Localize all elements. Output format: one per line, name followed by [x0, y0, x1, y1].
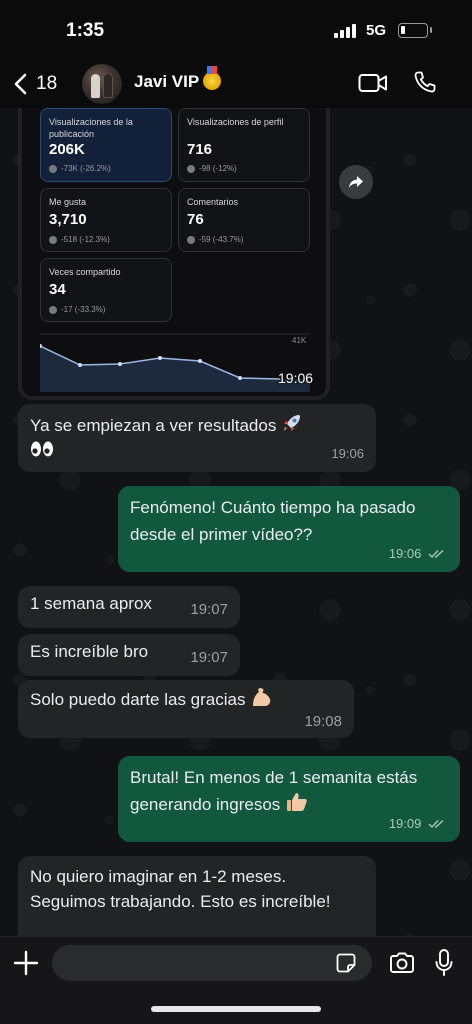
signal-icon: [334, 24, 358, 38]
message-time: 19:06: [331, 446, 364, 461]
camera-icon[interactable]: [389, 952, 415, 974]
status-time: 1:35: [66, 20, 105, 41]
status-bar: 1:35 5G: [0, 0, 472, 62]
down-arrow-icon: [187, 235, 195, 244]
eyes-emoji: [30, 440, 364, 465]
down-arrow-icon: [49, 164, 57, 173]
stat-label: Visualizaciones de perfil: [187, 117, 284, 127]
stat-delta-text: -98 (-12%): [199, 164, 237, 173]
chevron-left-icon: [14, 73, 27, 95]
microphone-icon[interactable]: [435, 949, 453, 977]
message-time: 19:07: [190, 649, 228, 666]
stat-delta-text: -518 (-12.3%): [61, 235, 110, 244]
message-text: Solo puedo darte las gracias: [30, 690, 246, 709]
message-text: Fenómeno! Cuánto tiempo ha pasado desde …: [130, 498, 416, 544]
medal-icon: [203, 66, 222, 90]
stat-value: 34: [49, 281, 66, 298]
message-time-text: 19:09: [388, 816, 422, 831]
message-text: Es increíble bro: [30, 642, 149, 661]
stat-card-likes: Me gusta 3,710 -518 (-12.3%): [40, 188, 172, 252]
message-bubble-incoming[interactable]: Ya se empiezan a ver resultados 19:06: [18, 404, 376, 472]
message-time: 19:06: [278, 370, 314, 386]
unread-count: 18: [36, 73, 58, 94]
message-bubble-outgoing[interactable]: Fenómeno! Cuánto tiempo ha pasado desde …: [118, 486, 460, 572]
views-chart: [40, 333, 310, 392]
chat-header: 18 Javi VIP: [0, 62, 472, 108]
sticker-icon[interactable]: [336, 953, 356, 973]
back-button[interactable]: 18: [12, 66, 72, 102]
home-indicator: [151, 1006, 321, 1012]
stat-value: 206K: [49, 141, 85, 158]
stat-delta-text: -73K (-26.2%): [61, 164, 111, 173]
stat-delta-text: -59 (-43.7%): [199, 235, 244, 244]
message-text: 1 semana aprox: [30, 594, 152, 613]
stat-delta: -73K (-26.2%): [49, 164, 111, 173]
message-bubble-outgoing[interactable]: Brutal! En menos de 1 semanita estás gen…: [118, 756, 460, 842]
stat-label: Veces compartido: [49, 267, 121, 277]
thumbs-up-emoji: [287, 793, 307, 811]
down-arrow-icon: [49, 235, 57, 244]
stat-label: Visualizaciones de la publicación: [49, 117, 133, 139]
stat-card-comments: Comentarios 76 -59 (-43.7%): [178, 188, 310, 252]
forward-button[interactable]: [339, 165, 373, 199]
rocket-emoji: [284, 415, 301, 431]
insights-image-message[interactable]: Visualizaciones de la publicación 206K -…: [18, 108, 330, 400]
stat-delta: -59 (-43.7%): [187, 235, 243, 244]
message-time-text: 19:06: [388, 546, 422, 561]
message-bubble-incoming[interactable]: Es increíble bro 19:07: [18, 634, 240, 676]
video-call-icon[interactable]: [358, 72, 388, 94]
message-input[interactable]: [52, 945, 372, 981]
stat-delta-text: -17 (-33.3%): [61, 305, 106, 314]
message-time: 19:08: [304, 713, 342, 730]
forward-icon: [349, 176, 363, 188]
message-text: Ya se empiezan a ver resultados: [30, 416, 277, 435]
down-arrow-icon: [187, 164, 195, 173]
stat-label: Me gusta: [49, 197, 87, 207]
message-meta: 19:09: [389, 812, 446, 836]
stat-card-profile-views: Visualizaciones de perfil 716 -98 (-12%): [178, 108, 310, 182]
flexed-biceps-emoji: [253, 688, 271, 706]
contact-name[interactable]: Javi VIP: [134, 66, 222, 92]
stat-value: 3,710: [49, 211, 87, 228]
message-text: Brutal! En menos de 1 semanita estás gen…: [130, 768, 418, 814]
network-type: 5G: [366, 22, 387, 39]
stat-delta: -98 (-12%): [187, 164, 237, 173]
message-meta: 19:06: [389, 542, 446, 566]
stat-delta: -17 (-33.3%): [49, 305, 105, 314]
plus-icon[interactable]: [12, 949, 40, 977]
stat-card-views: Visualizaciones de la publicación 206K -…: [40, 108, 172, 182]
stat-card-shares: Veces compartido 34 -17 (-33.3%): [40, 258, 172, 322]
stat-value: 76: [187, 211, 204, 228]
battery-tip: [430, 27, 432, 33]
contact-name-text: Javi VIP: [134, 72, 200, 91]
phone-icon[interactable]: [413, 70, 437, 94]
avatar[interactable]: [82, 64, 122, 104]
stat-delta: -518 (-12.3%): [49, 235, 110, 244]
message-time: 19:07: [190, 601, 228, 618]
read-receipt-icon: [428, 819, 444, 829]
read-receipt-icon: [428, 549, 444, 559]
stat-value: 716: [187, 141, 213, 158]
message-text: No quiero imaginar en 1-2 meses. Seguimo…: [30, 867, 331, 911]
message-bubble-incoming[interactable]: Solo puedo darte las gracias 19:08: [18, 680, 354, 738]
battery-icon: [398, 23, 428, 38]
down-arrow-icon: [49, 305, 57, 314]
message-bubble-incoming[interactable]: 1 semana aprox 19:07: [18, 586, 240, 628]
stat-label: Comentarios: [187, 197, 239, 207]
